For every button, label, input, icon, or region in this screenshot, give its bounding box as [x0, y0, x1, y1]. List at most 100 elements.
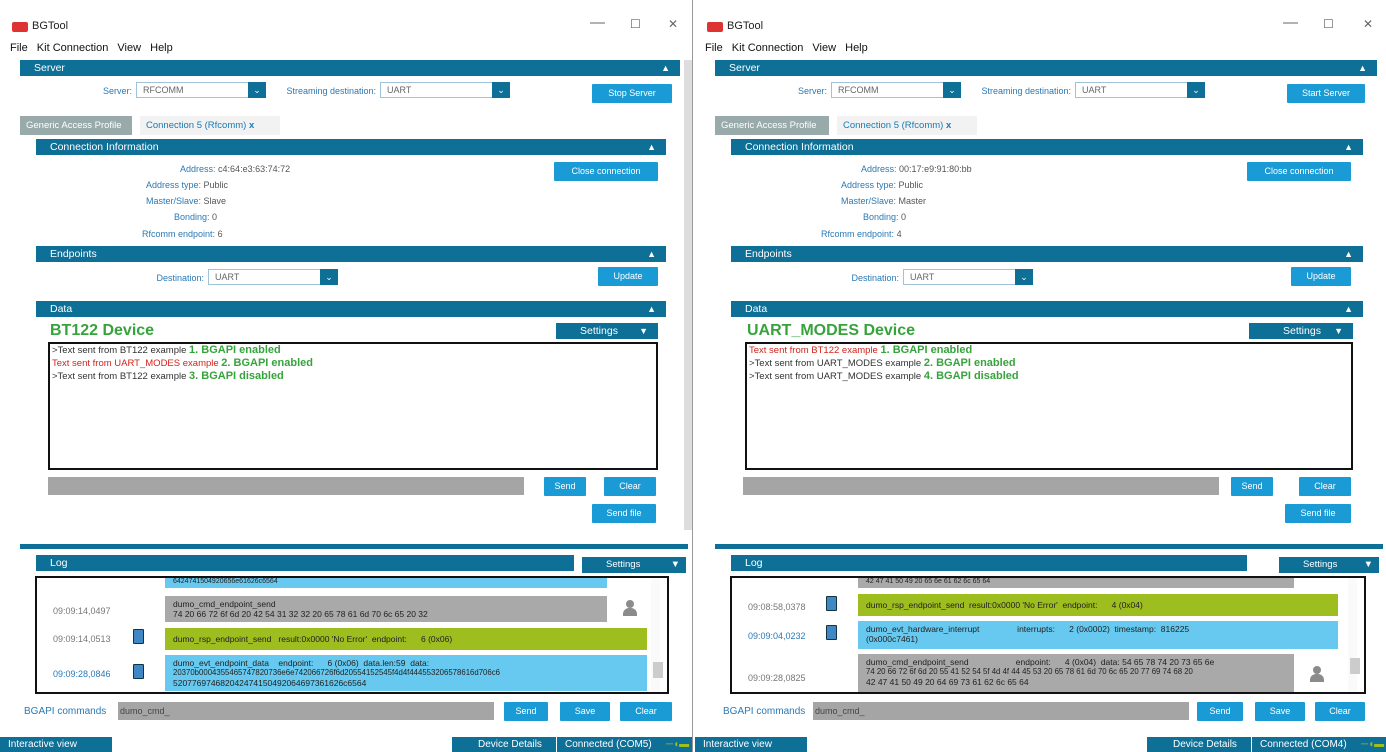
menu-file[interactable]: File [10, 42, 28, 54]
device-details-link[interactable]: Device Details [1165, 737, 1245, 752]
log-clear-button[interactable]: Clear [1315, 702, 1365, 721]
interactive-view-tab[interactable]: Interactive view [0, 737, 112, 752]
stop-server-button[interactable]: Stop Server [592, 84, 672, 103]
endpoints-header[interactable]: Endpoints ▲ [36, 246, 666, 262]
close-connection-button[interactable]: Close connection [554, 162, 658, 181]
bgapi-command-input[interactable]: dumo_cmd_ [813, 702, 1189, 720]
collapse-icon[interactable]: ▲ [647, 246, 656, 262]
tab-connection-5[interactable]: Connection 5 (Rfcomm) x [140, 116, 280, 135]
tab-generic-access-profile[interactable]: Generic Access Profile [20, 116, 132, 135]
destination-value: UART [215, 272, 240, 282]
streaming-destination-select[interactable]: UART ⌄ [380, 82, 510, 98]
menu-help[interactable]: Help [150, 42, 173, 54]
streaming-destination-label: Streaming destination: [286, 86, 376, 96]
log-list[interactable]: 42 47 41 50 49 20 65 6e 61 62 6c 65 64 0… [730, 576, 1366, 694]
tab-generic-access-profile[interactable]: Generic Access Profile [715, 116, 829, 135]
server-select[interactable]: RFCOMM ⌄ [136, 82, 266, 98]
bgapi-commands-label: BGAPI commands [723, 706, 806, 717]
bonding-value: 0 [901, 212, 907, 222]
log-save-button[interactable]: Save [1255, 702, 1305, 721]
send-file-button[interactable]: Send file [592, 504, 656, 523]
send-file-button[interactable]: Send file [1285, 504, 1351, 523]
device-details-link[interactable]: Device Details [470, 737, 550, 752]
collapse-icon[interactable]: ▲ [1344, 246, 1353, 262]
log-entry-cmd: dumo_cmd_endpoint_send endpoint: 4 (0x04… [858, 654, 1294, 692]
server-header[interactable]: Server ▲ [715, 60, 1377, 76]
data-settings-dropdown[interactable]: Settings ▼ [1249, 323, 1353, 339]
connection-information-header[interactable]: Connection Information ▲ [731, 139, 1363, 155]
tab-close-icon[interactable]: x [249, 120, 254, 131]
data-clear-button[interactable]: Clear [604, 477, 656, 496]
connection-information-header[interactable]: Connection Information ▲ [36, 139, 666, 155]
log-settings-dropdown[interactable]: Settings ▼ [582, 557, 686, 573]
streaming-destination-select[interactable]: UART ⌄ [1075, 82, 1205, 98]
menu-bar: File Kit Connection View Help [705, 42, 874, 54]
data-send-input[interactable] [743, 477, 1219, 495]
data-send-button[interactable]: Send [544, 477, 586, 496]
update-button[interactable]: Update [598, 267, 658, 286]
collapse-icon[interactable]: ▲ [1358, 60, 1367, 76]
server-header-label: Server [729, 62, 760, 74]
update-button[interactable]: Update [1291, 267, 1351, 286]
menu-help[interactable]: Help [845, 42, 868, 54]
address-value: 00:17:e9:91:80:bb [899, 164, 972, 174]
bgapi-command-input[interactable]: dumo_cmd_ [118, 702, 494, 720]
log-clear-button[interactable]: Clear [620, 702, 672, 721]
endpoints-header[interactable]: Endpoints ▲ [731, 246, 1363, 262]
tab-connection-5[interactable]: Connection 5 (Rfcomm) x [837, 116, 977, 135]
bonding-label: Bonding: [174, 212, 210, 222]
device-title: BT122 Device [50, 322, 155, 339]
bgapi-send-button[interactable]: Send [504, 702, 548, 721]
chevron-down-icon: ⌄ [943, 82, 961, 98]
log-timestamp: 09:09:28,0825 [748, 673, 806, 683]
start-server-button[interactable]: Start Server [1287, 84, 1365, 103]
collapse-icon[interactable]: ▲ [1344, 139, 1353, 155]
interactive-view-label: Interactive view [703, 739, 772, 750]
log-scrollbar[interactable] [1348, 578, 1357, 692]
minimize-icon[interactable]: — [1283, 14, 1298, 31]
data-header[interactable]: Data ▲ [36, 301, 666, 317]
log-scroll-thumb[interactable] [1350, 658, 1360, 674]
collapse-icon[interactable]: ▲ [661, 60, 670, 76]
menu-view[interactable]: View [812, 42, 836, 54]
maximize-icon[interactable]: ☐ [1323, 17, 1334, 31]
menu-kit-connection[interactable]: Kit Connection [37, 42, 109, 54]
data-clear-button[interactable]: Clear [1299, 477, 1351, 496]
log-scroll-thumb[interactable] [653, 662, 663, 678]
server-select[interactable]: RFCOMM ⌄ [831, 82, 961, 98]
panel-splitter[interactable] [20, 544, 688, 549]
data-send-input[interactable] [48, 477, 524, 495]
server-header[interactable]: Server ▲ [20, 60, 680, 76]
destination-select[interactable]: UART ⌄ [208, 269, 338, 285]
log-entry-evt: dumo_evt_hardware_interrupt interrupts: … [858, 621, 1338, 649]
data-text-area[interactable]: >Text sent from BT122 example 1. BGAPI e… [48, 342, 658, 470]
close-icon[interactable]: ✕ [668, 17, 678, 31]
bgapi-send-button[interactable]: Send [1197, 702, 1243, 721]
bgtool-window-right: BGTool — ☐ ✕ File Kit Connection View He… [695, 0, 1386, 752]
data-settings-dropdown[interactable]: Settings ▼ [556, 323, 658, 339]
bonding-row: Bonding: 0 [795, 212, 995, 222]
menu-view[interactable]: View [117, 42, 141, 54]
menu-file[interactable]: File [705, 42, 723, 54]
log-entry-text: (0x000c7461) [866, 634, 918, 644]
minimize-icon[interactable]: — [590, 14, 605, 31]
panel-splitter[interactable] [715, 544, 1383, 549]
collapse-icon[interactable]: ▲ [647, 301, 656, 317]
maximize-icon[interactable]: ☐ [630, 17, 641, 31]
log-save-button[interactable]: Save [560, 702, 610, 721]
close-icon[interactable]: ✕ [1363, 17, 1373, 31]
close-connection-button[interactable]: Close connection [1247, 162, 1351, 181]
log-settings-dropdown[interactable]: Settings ▼ [1279, 557, 1379, 573]
collapse-icon[interactable]: ▲ [1344, 301, 1353, 317]
main-scrollbar[interactable] [684, 60, 692, 530]
menu-kit-connection[interactable]: Kit Connection [732, 42, 804, 54]
collapse-icon[interactable]: ▲ [647, 139, 656, 155]
data-header[interactable]: Data ▲ [731, 301, 1363, 317]
destination-select[interactable]: UART ⌄ [903, 269, 1033, 285]
interactive-view-tab[interactable]: Interactive view [695, 737, 807, 752]
data-send-button[interactable]: Send [1231, 477, 1273, 496]
bgtool-logo-icon [12, 22, 28, 32]
log-list[interactable]: 6424741504920656e61626c6564 09:09:14,049… [35, 576, 669, 694]
tab-close-icon[interactable]: x [946, 120, 951, 131]
data-text-area[interactable]: Text sent from BT122 example 1. BGAPI en… [745, 342, 1353, 470]
